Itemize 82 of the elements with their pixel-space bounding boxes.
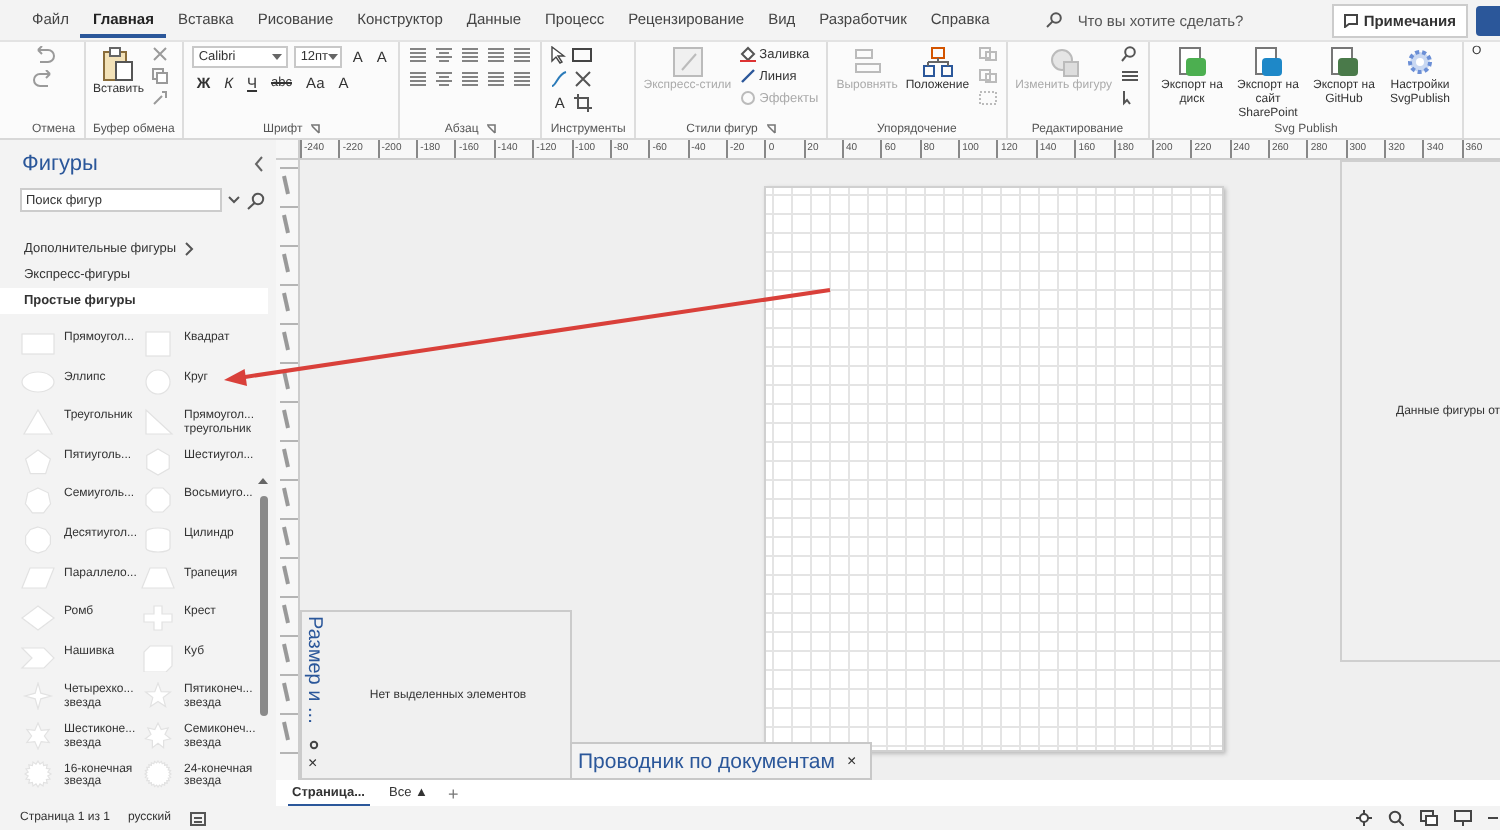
ellipse-icon — [20, 368, 56, 397]
square-icon — [140, 329, 176, 358]
scrollbar-thumb[interactable] — [259, 496, 267, 716]
cross-icon — [140, 603, 176, 632]
paint-bucket-icon — [739, 46, 756, 62]
bring-forward-icon — [977, 46, 998, 62]
document-icon — [1251, 46, 1284, 78]
search-icon — [1045, 12, 1062, 28]
document-icon — [1175, 46, 1208, 78]
diamond-icon — [20, 603, 56, 632]
triangle-icon — [20, 407, 56, 436]
caret-icon — [228, 196, 240, 204]
zoom-icon[interactable] — [1388, 810, 1404, 826]
octagon-icon — [140, 486, 176, 515]
layers-icon[interactable] — [1119, 68, 1140, 84]
collapse-icon[interactable] — [254, 156, 264, 172]
effects-icon — [739, 90, 756, 106]
caret-icon — [272, 54, 283, 60]
align-icon[interactable] — [434, 70, 455, 88]
redo-icon[interactable] — [32, 70, 56, 88]
clipboard-icon — [102, 46, 135, 82]
align-objects-icon — [851, 46, 884, 78]
align-icon[interactable] — [486, 70, 507, 88]
panel-title: Размер и ... — [303, 616, 325, 724]
rectangle-icon — [20, 329, 56, 358]
copy-icon[interactable] — [151, 68, 168, 84]
rectangle-icon[interactable] — [572, 47, 595, 63]
group-icon — [977, 90, 998, 106]
parallelogram-icon — [20, 564, 56, 593]
dialog-launcher-icon[interactable] — [486, 124, 497, 134]
panel-title: Проводник по документам — [578, 749, 835, 773]
cube-icon — [140, 643, 176, 672]
align-icon[interactable] — [434, 46, 455, 64]
align-icon[interactable] — [460, 70, 481, 88]
bullet-list-icon[interactable] — [486, 46, 507, 64]
dialog-launcher-icon[interactable] — [765, 124, 776, 134]
cylinder-icon — [140, 525, 176, 554]
position-icon — [921, 46, 954, 78]
panel-title: Фигуры — [22, 152, 98, 176]
cross-icon[interactable] — [574, 70, 593, 88]
star-icon — [20, 721, 56, 750]
star-icon — [20, 682, 56, 711]
search-icon[interactable] — [1119, 46, 1140, 62]
align-icon[interactable] — [408, 46, 429, 64]
align-icon[interactable] — [512, 46, 533, 64]
chevron-icon — [20, 643, 56, 672]
scroll-up-icon[interactable] — [258, 476, 268, 484]
star-icon — [140, 760, 176, 789]
star-icon — [20, 760, 56, 789]
heptagon-icon — [20, 486, 56, 515]
circle-icon — [140, 368, 176, 397]
presentation-icon[interactable] — [1454, 810, 1472, 826]
add-page-button[interactable]: + — [447, 783, 459, 803]
move-icon[interactable] — [1356, 810, 1372, 826]
shapes-icon — [1047, 46, 1080, 78]
pen-icon — [739, 68, 756, 84]
switch-windows-icon[interactable] — [1420, 810, 1438, 826]
align-icon[interactable] — [460, 46, 481, 64]
trapezoid-icon — [140, 564, 176, 593]
align-icon[interactable] — [512, 70, 533, 88]
macro-icon[interactable] — [189, 811, 206, 825]
align-icon[interactable] — [408, 70, 429, 88]
star-icon — [140, 721, 176, 750]
share-button[interactable] — [1476, 5, 1500, 35]
connector-icon[interactable] — [550, 70, 569, 88]
dialog-launcher-icon[interactable] — [310, 124, 321, 134]
hexagon-icon — [140, 447, 176, 476]
decagon-icon — [20, 525, 56, 554]
crop-icon[interactable] — [574, 94, 593, 112]
close-button[interactable]: × — [308, 756, 318, 772]
document-icon — [1327, 46, 1360, 78]
search-icon — [246, 191, 266, 209]
send-backward-icon — [977, 68, 998, 84]
chevron-right-icon — [184, 242, 195, 256]
right-triangle-icon — [140, 407, 176, 436]
comment-icon — [1343, 13, 1358, 27]
pentagon-icon — [20, 447, 56, 476]
undo-icon[interactable] — [32, 46, 56, 64]
caret-icon — [328, 54, 339, 60]
star-icon — [140, 682, 176, 711]
close-button[interactable]: × — [846, 753, 857, 769]
gears-icon — [1403, 46, 1436, 78]
